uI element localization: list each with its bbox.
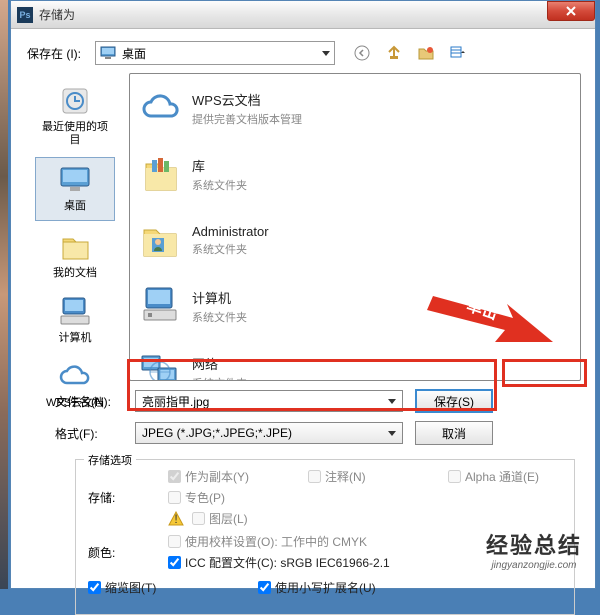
sidebar-item-computer[interactable]: 计算机: [35, 290, 115, 351]
filename-input[interactable]: 亮丽指甲.jpg: [135, 390, 403, 412]
spot-checkbox: [168, 491, 181, 504]
format-row: 格式(F): JPEG (*.JPG;*.JPEG;*.JPE) 取消: [25, 421, 581, 445]
sidebar-item-documents[interactable]: 我的文档: [35, 225, 115, 286]
photoshop-icon: Ps: [17, 7, 33, 23]
user-folder-icon: [138, 218, 182, 262]
sidebar-item-recent[interactable]: 最近使用的项目: [35, 79, 115, 153]
watermark: 经验总结 jingyanzongjie.com: [486, 528, 582, 571]
proof-checkbox: [168, 535, 181, 548]
options-title: 存储选项: [84, 452, 136, 468]
save-button[interactable]: 保存(S): [415, 389, 493, 413]
documents-icon: [57, 231, 93, 263]
format-combo[interactable]: JPEG (*.JPG;*.JPEG;*.JPE): [135, 422, 403, 444]
filename-row: 文件名(N): 亮丽指甲.jpg 保存(S): [25, 389, 581, 413]
save-in-label: 保存在 (I):: [25, 45, 95, 62]
desktop-icon: [100, 45, 116, 61]
close-icon: [565, 5, 577, 17]
cloud-large-icon: [138, 86, 182, 130]
computer-large-icon: [138, 284, 182, 328]
titlebar: Ps 存储为: [11, 1, 595, 29]
list-item[interactable]: WPS云文档提供完善文档版本管理: [136, 82, 574, 134]
warning-icon: !: [168, 511, 184, 527]
color-label: 颜色:: [88, 544, 148, 561]
cancel-button[interactable]: 取消: [415, 421, 493, 445]
cloud-icon: [57, 361, 93, 393]
chevron-down-icon: [388, 431, 396, 436]
annotation-arrow: 单击: [423, 286, 553, 356]
save-in-row: 保存在 (I): 桌面: [25, 41, 581, 65]
back-icon[interactable]: [353, 44, 371, 62]
list-item[interactable]: Administrator系统文件夹: [136, 214, 574, 266]
network-icon: [138, 350, 182, 381]
recent-icon: [57, 85, 93, 117]
lower-ext-checkbox[interactable]: [258, 581, 271, 594]
window-title: 存储为: [39, 6, 75, 23]
thumbnail-checkbox[interactable]: [88, 581, 101, 594]
layers-checkbox: [192, 512, 205, 525]
chevron-down-icon: [388, 399, 396, 404]
toolbar: [353, 44, 467, 62]
new-folder-icon[interactable]: [417, 44, 435, 62]
list-item[interactable]: 库系统文件夹: [136, 148, 574, 200]
filename-label: 文件名(N):: [55, 393, 135, 410]
chevron-down-icon: [322, 51, 330, 56]
places-sidebar: 最近使用的项目 桌面 我的文档 计算机 WPS云文档: [25, 73, 125, 381]
desktop-large-icon: [57, 164, 93, 196]
save-in-value: 桌面: [122, 45, 146, 62]
up-icon[interactable]: [385, 44, 403, 62]
view-menu-icon[interactable]: [449, 44, 467, 62]
computer-icon: [57, 296, 93, 328]
filename-format-area: 文件名(N): 亮丽指甲.jpg 保存(S) 格式(F): JPEG (*.JP…: [25, 389, 581, 445]
alpha-checkbox: [448, 470, 461, 483]
notes-checkbox: [308, 470, 321, 483]
save-as-dialog: Ps 存储为 保存在 (I): 桌面: [10, 0, 596, 589]
left-background-strip: [0, 0, 8, 589]
close-button[interactable]: [547, 1, 595, 21]
svg-text:!: !: [174, 512, 177, 526]
store-label: 存储:: [88, 489, 148, 506]
sidebar-item-desktop[interactable]: 桌面: [35, 157, 115, 220]
save-in-combo[interactable]: 桌面: [95, 41, 335, 65]
library-icon: [138, 152, 182, 196]
as-copy-checkbox: [168, 470, 181, 483]
format-label: 格式(F):: [55, 425, 135, 442]
icc-checkbox[interactable]: [168, 556, 181, 569]
